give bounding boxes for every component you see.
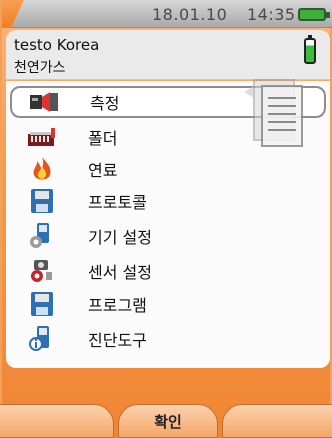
menu-item-label: 연료 <box>88 161 118 180</box>
status-bar-tab <box>2 0 24 28</box>
menu-item-measure[interactable]: 측정 <box>10 79 326 147</box>
menu-item-folder[interactable]: 폴더 <box>10 121 326 153</box>
menu-item-protocol[interactable]: 프로토콜 <box>10 185 326 217</box>
measure-icon <box>30 92 58 112</box>
softkey-bar: 확인 <box>0 404 332 438</box>
menu-item-label: 센서 설정 <box>88 263 152 282</box>
menu-item-diagnostics[interactable]: 진단도구 <box>10 323 326 355</box>
battery-status-icon <box>298 8 330 21</box>
softkey-right[interactable] <box>222 404 332 438</box>
header-title: testo Korea <box>14 36 100 54</box>
menu-item-fuel[interactable]: 연료 <box>10 153 326 185</box>
status-bar: 18.01.10 14:35 <box>2 0 332 28</box>
folder-icon <box>28 128 55 146</box>
menu-item-label: 프로토콜 <box>88 193 147 212</box>
menu-item-label: 폴더 <box>88 129 118 148</box>
header-subtitle: 천연가스 <box>14 60 66 76</box>
softkey-left[interactable] <box>0 404 114 438</box>
device-settings-icon <box>30 223 49 248</box>
menu-item-label: 기기 설정 <box>88 228 152 247</box>
diagnostics-icon <box>29 326 49 351</box>
battery-level-icon <box>304 35 316 64</box>
sensor-settings-icon <box>31 260 52 282</box>
device-screen-frame: 18.01.10 14:35 testo Korea 천연가스 측정 폴더 연료… <box>0 0 332 438</box>
status-date: 18.01.10 <box>152 5 228 24</box>
header-panel: testo Korea 천연가스 <box>6 30 330 80</box>
menu-item-label: 프로그램 <box>88 296 147 315</box>
program-floppy-icon <box>31 292 53 316</box>
menu-item-label: 진단도구 <box>88 331 147 350</box>
flame-icon <box>33 157 51 180</box>
menu-item-program[interactable]: 프로그램 <box>10 288 326 320</box>
status-time: 14:35 <box>247 5 296 24</box>
floppy-disk-icon <box>31 189 53 213</box>
main-menu: 측정 폴더 연료 프로토콜 기기 설정 센서 설정 프로그램 진단도구 <box>6 79 330 368</box>
confirm-softkey[interactable]: 확인 <box>118 404 218 438</box>
menu-item-device-settings[interactable]: 기기 설정 <box>10 220 326 252</box>
menu-item-sensor-settings[interactable]: 센서 설정 <box>10 255 326 287</box>
menu-item-label: 측정 <box>90 94 120 113</box>
